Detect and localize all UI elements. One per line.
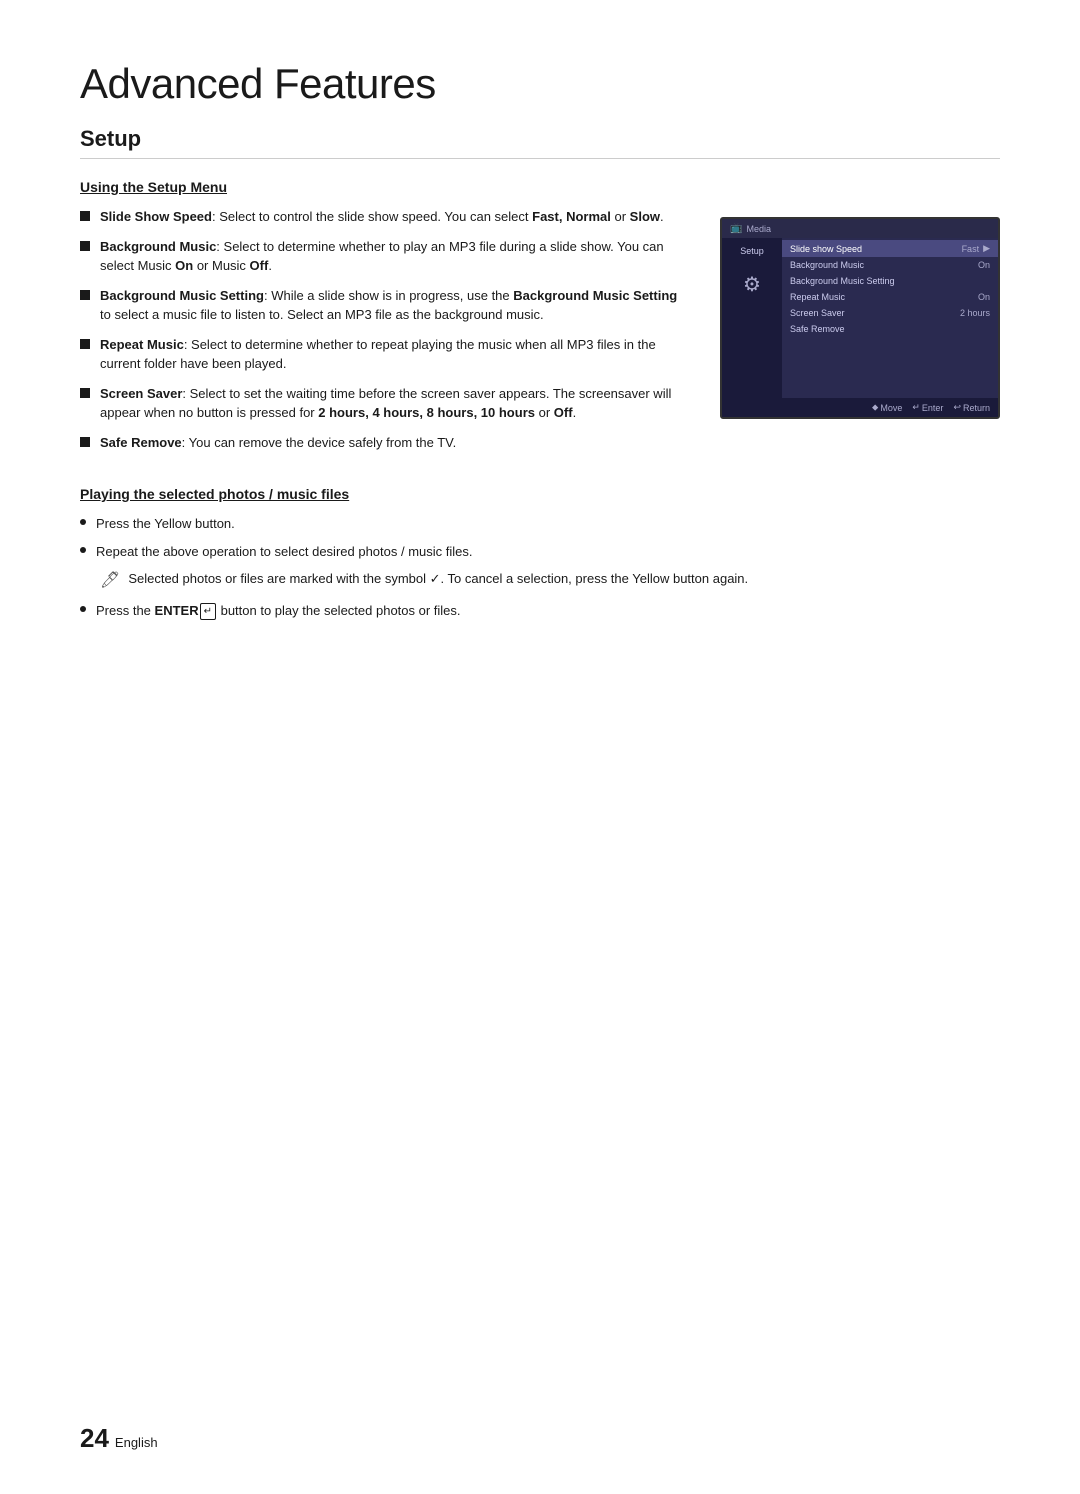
text-column: Slide Show Speed: Select to control the … xyxy=(80,207,680,462)
bullet-square-icon xyxy=(80,339,90,349)
screenshot-column: 📺 Media Setup ⚙ Slide show Speed Fast ▶ xyxy=(720,217,1000,462)
move-icon: ⬥ xyxy=(872,402,878,413)
menu-item-label: Background Music Setting xyxy=(790,276,990,286)
page-footer: 24 English xyxy=(80,1423,158,1454)
page-number: 24 xyxy=(80,1423,109,1454)
dot-text: Press the ENTER↵ button to play the sele… xyxy=(96,601,1000,621)
section-title: Setup xyxy=(80,126,1000,159)
tv-menu-item-bg-music: Background Music On xyxy=(782,257,998,273)
enter-box-icon: ↵ xyxy=(200,603,216,620)
return-label: Return xyxy=(963,403,990,413)
enter-label: Enter xyxy=(922,403,944,413)
setup-menu-subtitle: Using the Setup Menu xyxy=(80,179,1000,195)
playing-files-list: Press the Yellow button. Repeat the abov… xyxy=(80,514,1000,561)
page-title: Advanced Features xyxy=(80,60,1000,108)
note-text: Selected photos or files are marked with… xyxy=(128,569,748,589)
menu-item-label: Slide show Speed xyxy=(790,244,962,254)
dot-text: Repeat the above operation to select des… xyxy=(96,542,1000,562)
nav-move: ⬥ Move xyxy=(872,402,902,413)
playing-files-subtitle: Playing the selected photos / music file… xyxy=(80,486,1000,502)
bold-label: Screen Saver xyxy=(100,386,182,401)
bold-on: On xyxy=(175,258,193,273)
bullet-safe-remove: Safe Remove: You can remove the device s… xyxy=(80,433,680,453)
nav-enter: ↵ Enter xyxy=(912,402,943,413)
bullet-square-icon xyxy=(80,241,90,251)
dot-icon xyxy=(80,519,86,525)
tv-menu: Slide show Speed Fast ▶ Background Music… xyxy=(782,238,998,398)
bullet-repeat-music: Repeat Music: Select to determine whethe… xyxy=(80,335,680,374)
tv-screenshot: 📺 Media Setup ⚙ Slide show Speed Fast ▶ xyxy=(720,217,1000,419)
bullet-square-icon xyxy=(80,211,90,221)
bullet-text: Slide Show Speed: Select to control the … xyxy=(100,207,680,227)
bold-label: Background Music xyxy=(100,239,216,254)
menu-item-value: 2 hours xyxy=(960,308,990,318)
bullet-text: Safe Remove: You can remove the device s… xyxy=(100,433,680,453)
bullet-square-icon xyxy=(80,388,90,398)
dot-icon xyxy=(80,547,86,553)
menu-item-label: Repeat Music xyxy=(790,292,978,302)
bullet-screen-saver: Screen Saver: Select to set the waiting … xyxy=(80,384,680,423)
note-item: 🖊 Selected photos or files are marked wi… xyxy=(100,569,1000,593)
press-enter-list: Press the ENTER↵ button to play the sele… xyxy=(80,601,1000,621)
dot-text: Press the Yellow button. xyxy=(96,514,1000,534)
note-symbol-icon: 🖊 xyxy=(100,569,120,593)
bold-times: 2 hours, 4 hours, 8 hours, 10 hours xyxy=(318,405,535,420)
enter-icon: ↵ xyxy=(912,402,920,413)
bold-label: Slide Show Speed xyxy=(100,209,212,224)
setup-bullet-list: Slide Show Speed: Select to control the … xyxy=(80,207,680,374)
bold-off: Off xyxy=(250,258,269,273)
arrow-right-icon: ▶ xyxy=(983,243,990,254)
full-width-bullets: Screen Saver: Select to set the waiting … xyxy=(80,384,680,453)
tv-menu-item-safe-remove: Safe Remove xyxy=(782,321,998,337)
tv-top-label: Media xyxy=(746,224,771,234)
tv-bottom-bar: ⬥ Move ↵ Enter ↩ Return xyxy=(722,398,998,417)
menu-item-label: Safe Remove xyxy=(790,324,990,334)
tv-top-bar: 📺 Media xyxy=(722,219,998,238)
menu-item-value: On xyxy=(978,292,990,302)
bold-label: Safe Remove xyxy=(100,435,182,450)
return-icon: ↩ xyxy=(953,402,961,413)
bullet-square-icon xyxy=(80,290,90,300)
enter-label-bold: ENTER xyxy=(155,603,199,618)
move-label: Move xyxy=(880,403,902,413)
bullet-slide-show-speed: Slide Show Speed: Select to control the … xyxy=(80,207,680,227)
dot-item-repeat-op: Repeat the above operation to select des… xyxy=(80,542,1000,562)
dot-item-press-enter: Press the ENTER↵ button to play the sele… xyxy=(80,601,1000,621)
tv-media-icon: 📺 xyxy=(730,223,742,234)
bullet-text: Repeat Music: Select to determine whethe… xyxy=(100,335,680,374)
bullet-text: Screen Saver: Select to set the waiting … xyxy=(100,384,680,423)
bullet-bg-music-setting: Background Music Setting: While a slide … xyxy=(80,286,680,325)
dot-item-press-yellow: Press the Yellow button. xyxy=(80,514,1000,534)
dot-icon xyxy=(80,606,86,612)
menu-item-label: Screen Saver xyxy=(790,308,960,318)
menu-item-value: Fast xyxy=(962,244,980,254)
bold-off: Off xyxy=(554,405,573,420)
tv-menu-item-bg-music-setting: Background Music Setting xyxy=(782,273,998,289)
bold-label: Background Music Setting xyxy=(100,288,264,303)
tv-menu-item-screen-saver: Screen Saver 2 hours xyxy=(782,305,998,321)
full-bullet-list: Screen Saver: Select to set the waiting … xyxy=(80,384,680,453)
tv-menu-item-repeat-music: Repeat Music On xyxy=(782,289,998,305)
content-wrapper: Slide Show Speed: Select to control the … xyxy=(80,207,1000,462)
menu-item-label: Background Music xyxy=(790,260,978,270)
nav-return: ↩ Return xyxy=(953,402,990,413)
bold-label: Repeat Music xyxy=(100,337,184,352)
bold-options: Fast, Normal xyxy=(532,209,611,224)
bullet-background-music: Background Music: Select to determine wh… xyxy=(80,237,680,276)
bold-mid: Background Music Setting xyxy=(513,288,677,303)
page-container: Advanced Features Setup Using the Setup … xyxy=(0,0,1080,689)
tv-menu-item-slide-show: Slide show Speed Fast ▶ xyxy=(782,240,998,257)
page-language: English xyxy=(115,1435,158,1450)
bullet-text: Background Music Setting: While a slide … xyxy=(100,286,680,325)
bold-slow: Slow xyxy=(630,209,660,224)
tv-content: Setup ⚙ Slide show Speed Fast ▶ Backgrou… xyxy=(722,238,998,398)
gear-icon: ⚙ xyxy=(743,272,761,297)
bullet-square-icon xyxy=(80,437,90,447)
tv-sidebar-label: Setup xyxy=(740,246,764,256)
tv-sidebar: Setup ⚙ xyxy=(722,238,782,398)
menu-item-value: On xyxy=(978,260,990,270)
bullet-text: Background Music: Select to determine wh… xyxy=(100,237,680,276)
